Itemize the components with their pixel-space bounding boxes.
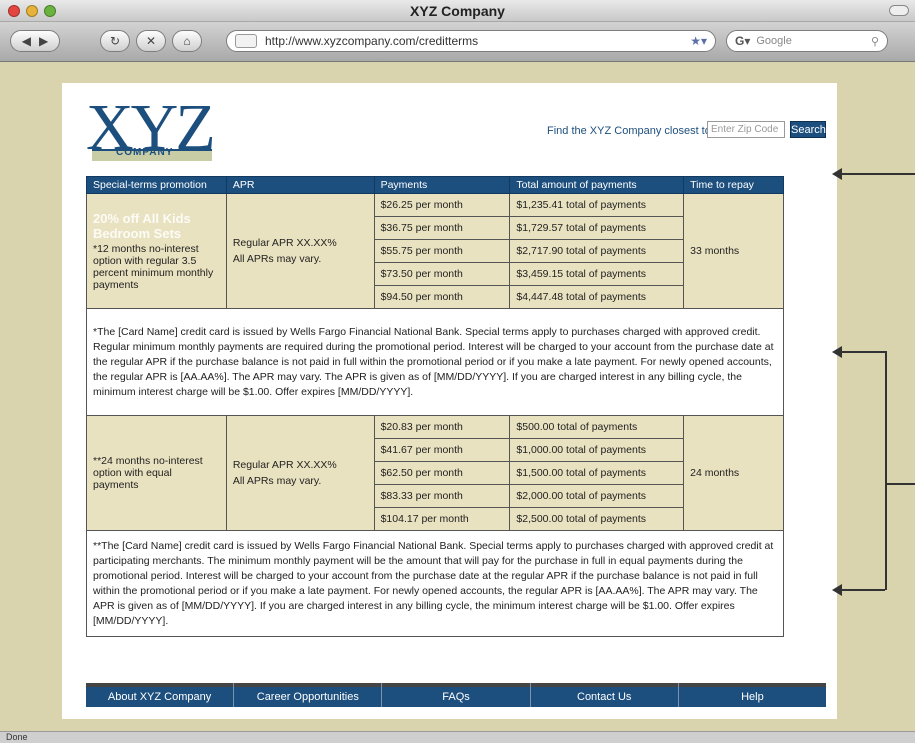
payment-cell: $26.25 per month [373, 193, 511, 217]
payment-cell: $62.50 per month [373, 461, 511, 485]
footer-link-careers[interactable]: Career Opportunities [234, 683, 383, 707]
apr-cell: Regular APR XX.XX% All APRs may vary. [225, 415, 375, 531]
annotation-arrow [832, 346, 885, 358]
payment-cell: $104.17 per month [373, 507, 511, 531]
zip-search-button[interactable]: Search [790, 121, 826, 138]
page-content: XYZ COMPANY Find the XYZ Company closest… [62, 83, 837, 719]
apr-cell: Regular APR XX.XX% All APRs may vary. [225, 193, 375, 309]
stop-icon: ✕ [145, 34, 157, 48]
zip-code-input[interactable] [707, 121, 785, 138]
table-header-row: Special-terms promotion APR Payments Tot… [86, 176, 784, 194]
column-header: APR [225, 176, 375, 194]
table-row: **24 months no-interest option with equa… [86, 415, 784, 531]
reload-icon: ↻ [109, 34, 121, 48]
magnifier-icon[interactable]: ⚲ [871, 35, 879, 48]
payment-cell: $36.75 per month [373, 216, 511, 240]
browser-search-field[interactable]: G▾ Google ⚲ [726, 30, 888, 52]
browser-status-bar: Done [0, 731, 915, 743]
annotation-arrow [832, 584, 885, 596]
payment-cell: $83.33 per month [373, 484, 511, 508]
browser-toolbar: ◀ ▶ ↻ ✕ ⌂ http://www.xyzcompany.com/cred… [0, 22, 915, 62]
site-icon [235, 34, 257, 48]
column-header: Time to repay [683, 176, 784, 194]
overlay-promo-text: 20% off All Kids Bedroom Sets [93, 211, 191, 241]
browser-search-placeholder[interactable]: Google [756, 35, 871, 47]
column-header: Payments [373, 176, 511, 194]
footer-link-help[interactable]: Help [679, 683, 826, 707]
google-icon[interactable]: G▾ [735, 34, 750, 48]
table-row: **The [Card Name] credit card is issued … [86, 530, 784, 637]
total-cell: $4,447.48 total of payments [509, 285, 685, 309]
credit-terms-table: Special-terms promotion APR Payments Tot… [86, 176, 784, 637]
annotation-bracket-line [885, 351, 887, 590]
payment-cell: $20.83 per month [373, 415, 511, 439]
total-cell: $2,717.90 total of payments [509, 239, 685, 263]
column-header: Special-terms promotion [86, 176, 227, 194]
bookmark-star-icon[interactable]: ★▾ [690, 34, 707, 48]
footer-link-contact[interactable]: Contact Us [531, 683, 679, 707]
time-to-repay-cell: 33 months [683, 193, 784, 309]
disclosure-note: **The [Card Name] credit card is issued … [86, 530, 784, 637]
annotation-arrow [832, 168, 915, 180]
reload-button[interactable]: ↻ [100, 30, 130, 52]
annotation-bracket-line [885, 483, 915, 485]
disclosure-note: *The [Card Name] credit card is issued b… [86, 308, 784, 416]
footer-nav: About XYZ Company Career Opportunities F… [86, 683, 826, 707]
payment-cell: $73.50 per month [373, 262, 511, 286]
logo-subtext: COMPANY [116, 147, 174, 158]
total-cell: $2,000.00 total of payments [509, 484, 685, 508]
promotion-text: *12 months no-interest option with regul… [93, 243, 214, 291]
apr-regular: Regular APR XX.XX% [232, 237, 337, 249]
total-cell: $1,235.41 total of payments [509, 193, 685, 217]
home-button[interactable]: ⌂ [172, 30, 202, 52]
column-header: Total amount of payments [509, 176, 685, 194]
payment-cell: $94.50 per month [373, 285, 511, 309]
apr-regular: Regular APR XX.XX% [232, 459, 337, 471]
back-forward-buttons[interactable]: ◀ ▶ [10, 30, 60, 52]
forward-arrow-icon[interactable]: ▶ [39, 34, 48, 48]
address-bar[interactable]: http://www.xyzcompany.com/creditterms ★▾ [226, 30, 716, 52]
total-cell: $3,459.15 total of payments [509, 262, 685, 286]
footer-link-faqs[interactable]: FAQs [382, 683, 531, 707]
promotion-cell: **24 months no-interest option with equa… [86, 415, 227, 531]
total-cell: $500.00 total of payments [509, 415, 685, 439]
footer-link-about[interactable]: About XYZ Company [86, 683, 235, 707]
home-icon: ⌂ [183, 34, 191, 48]
apr-note: All APRs may vary. [232, 475, 322, 487]
window-titlebar: XYZ Company [0, 0, 915, 22]
company-logo[interactable]: XYZ COMPANY [86, 95, 246, 163]
url-text[interactable]: http://www.xyzcompany.com/creditterms [265, 34, 690, 48]
apr-note: All APRs may vary. [232, 253, 322, 265]
stop-button[interactable]: ✕ [136, 30, 166, 52]
payment-cell: $41.67 per month [373, 438, 511, 462]
table-row: *The [Card Name] credit card is issued b… [86, 308, 784, 416]
toolbar-toggle-button[interactable] [889, 5, 909, 16]
promotion-cell: 20% off All Kids Bedroom Sets *12 months… [86, 193, 227, 309]
back-arrow-icon[interactable]: ◀ [22, 34, 31, 48]
total-cell: $1,500.00 total of payments [509, 461, 685, 485]
total-cell: $1,000.00 total of payments [509, 438, 685, 462]
total-cell: $1,729.57 total of payments [509, 216, 685, 240]
time-to-repay-cell: 24 months [683, 415, 784, 531]
window-title: XYZ Company [410, 3, 505, 19]
payment-cell: $55.75 per month [373, 239, 511, 263]
total-cell: $2,500.00 total of payments [509, 507, 685, 531]
table-row: 20% off All Kids Bedroom Sets *12 months… [86, 193, 784, 309]
